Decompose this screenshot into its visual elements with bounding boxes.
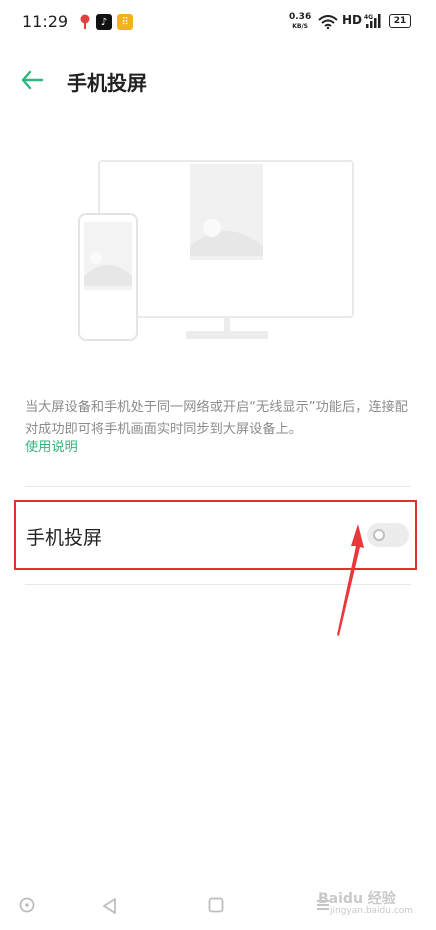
- status-bar: 11:29 ♪ ⠿ 0.36 KB/S HD 4G 21: [0, 0, 436, 44]
- annotation-arrow: [337, 524, 364, 636]
- screen-cast-toggle[interactable]: [367, 523, 409, 547]
- tiktok-app-icon: ♪: [96, 14, 112, 30]
- hd-voice-label: HD: [342, 13, 363, 27]
- triangle-back-icon: [103, 898, 116, 914]
- divider-top: [25, 486, 411, 487]
- page-title: 手机投屏: [67, 71, 147, 95]
- home-nav-button[interactable]: [207, 896, 225, 918]
- description-text: 当大屏设备和手机处于同一网络或开启“无线显示”功能后，连接配对成功即可将手机画面…: [25, 400, 408, 437]
- watermark-brand: Baidu 经验: [318, 891, 396, 907]
- app-notification-icon: ⠿: [117, 14, 133, 30]
- net-speed-unit: KB/S: [292, 23, 308, 30]
- net-speed-indicator: 0.36 KB/S: [289, 13, 311, 31]
- arrow-left-icon: [21, 70, 44, 90]
- header: 手机投屏: [0, 58, 436, 102]
- assistant-nav-button[interactable]: [18, 896, 36, 918]
- status-time: 11:29: [22, 12, 69, 31]
- square-home-icon: [208, 897, 224, 913]
- back-nav-button[interactable]: [100, 896, 120, 920]
- usage-guide-link[interactable]: 使用说明: [25, 436, 78, 455]
- screen-cast-setting-label: 手机投屏: [26, 527, 103, 549]
- circle-dot-icon: [19, 897, 35, 913]
- toggle-knob: [373, 529, 385, 541]
- net-speed-value: 0.36: [289, 12, 312, 22]
- network-type-label: 4G: [364, 14, 373, 21]
- screen-cast-illustration: [76, 158, 356, 344]
- cell-signal-icon: 4G: [364, 13, 384, 33]
- wifi-icon: [318, 14, 338, 33]
- watermark-url: jingyan.baidu.com: [330, 906, 414, 916]
- battery-indicator: 21: [389, 14, 411, 28]
- back-button[interactable]: [18, 66, 50, 94]
- location-pin-icon: [77, 14, 93, 30]
